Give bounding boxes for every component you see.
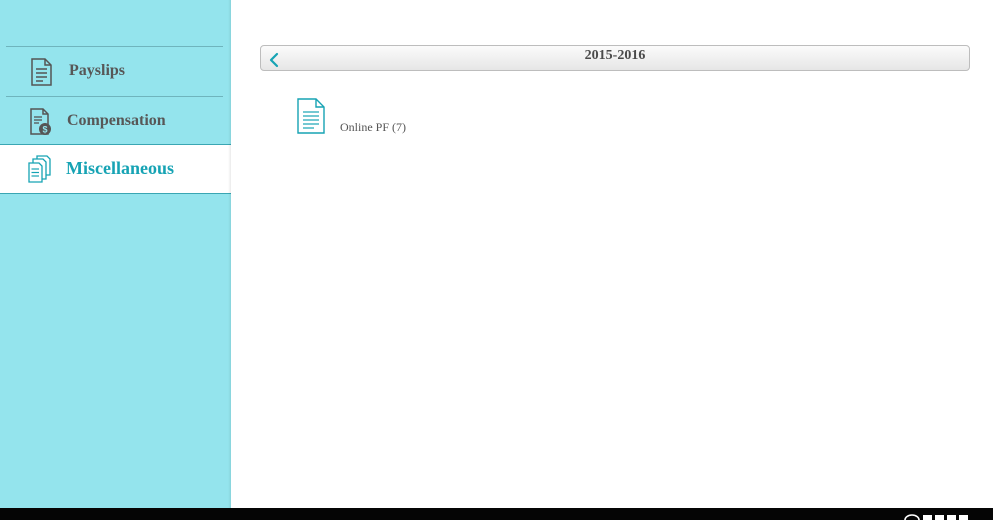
document-label: Online PF (7) <box>340 120 406 134</box>
svg-text:$: $ <box>42 125 47 135</box>
year-title: 2015-2016 <box>584 48 646 63</box>
document-folder-online-pf[interactable]: Online PF (7) <box>296 98 456 138</box>
document-icon <box>297 98 325 134</box>
sidebar: Payslips $ Compensation Miscellaneous <box>0 0 231 508</box>
brand-logo-icon <box>904 514 968 520</box>
sidebar-item-compensation[interactable]: $ Compensation <box>6 96 223 145</box>
sidebar-item-label: Compensation <box>67 112 166 129</box>
sidebar-item-payslips[interactable]: Payslips <box>6 46 223 95</box>
money-bag-document-icon: $ <box>30 108 51 135</box>
sidebar-item-label: Miscellaneous <box>66 158 174 178</box>
stacked-documents-icon <box>28 155 51 183</box>
year-navigation-bar: 2015-2016 <box>260 45 970 71</box>
footer-bar <box>0 508 993 520</box>
payslip-document-icon <box>31 58 52 86</box>
sidebar-item-miscellaneous[interactable]: Miscellaneous <box>0 144 231 194</box>
sidebar-item-label: Payslips <box>69 62 126 79</box>
